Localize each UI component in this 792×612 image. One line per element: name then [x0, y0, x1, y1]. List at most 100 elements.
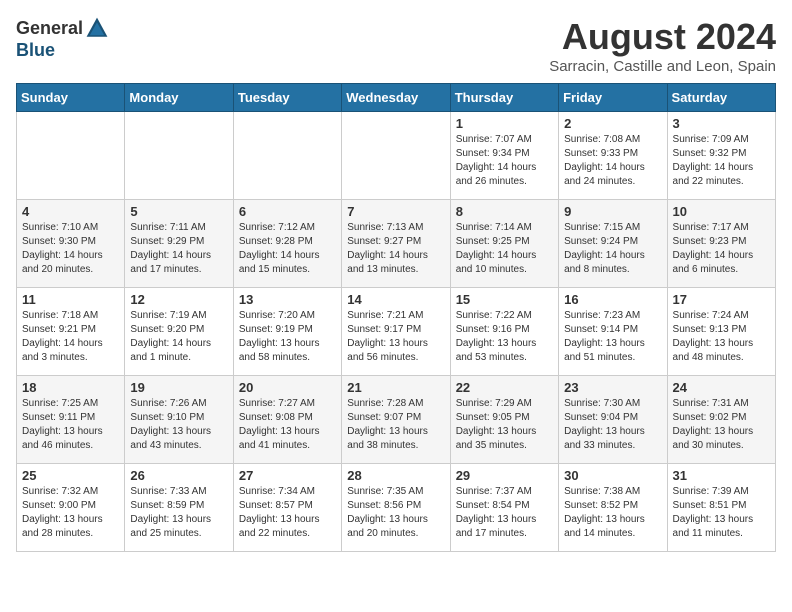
day-number: 14: [347, 292, 444, 307]
day-info: Sunrise: 7:22 AM Sunset: 9:16 PM Dayligh…: [456, 309, 553, 365]
day-info: Sunrise: 7:32 AM Sunset: 9:00 PM Dayligh…: [22, 485, 119, 541]
day-number: 19: [130, 380, 227, 395]
day-info: Sunrise: 7:35 AM Sunset: 8:56 PM Dayligh…: [347, 485, 444, 541]
calendar-cell: 30Sunrise: 7:38 AM Sunset: 8:52 PM Dayli…: [559, 464, 667, 552]
day-info: Sunrise: 7:24 AM Sunset: 9:13 PM Dayligh…: [673, 309, 770, 365]
logo: General Blue: [16, 16, 109, 61]
week-row-3: 11 Sunrise: 7:18 AM Sunset: 9:21 PM Dayli…: [17, 288, 776, 376]
day-number: 15: [456, 292, 553, 307]
weekday-header-sunday: Sunday: [17, 84, 125, 112]
calendar-cell: [17, 112, 125, 200]
calendar-cell: 4 Sunrise: 7:10 AM Sunset: 9:30 PM Daylig…: [17, 200, 125, 288]
location-subtitle: Sarracin, Castille and Leon, Spain: [549, 58, 776, 75]
day-number: 18: [22, 380, 119, 395]
calendar-cell: 25 Sunrise: 7:32 AM Sunset: 9:00 PM Dayli…: [17, 464, 125, 552]
calendar-cell: 5 Sunrise: 7:11 AM Sunset: 9:29 PM Daylig…: [125, 200, 233, 288]
calendar-cell: [342, 112, 450, 200]
day-number: 25: [22, 468, 119, 483]
day-info: Sunrise: 7:12 AM Sunset: 9:28 PM Dayligh…: [239, 221, 336, 277]
weekday-header-saturday: Saturday: [667, 84, 775, 112]
calendar-cell: 26Sunrise: 7:33 AM Sunset: 8:59 PM Dayli…: [125, 464, 233, 552]
day-number: 21: [347, 380, 444, 395]
day-info: Sunrise: 7:30 AM Sunset: 9:04 PM Dayligh…: [564, 397, 661, 453]
calendar-cell: 1 Sunrise: 7:07 AM Sunset: 9:34 PM Daylig…: [450, 112, 558, 200]
logo-icon: [85, 16, 109, 40]
day-info: Sunrise: 7:25 AM Sunset: 9:11 PM Dayligh…: [22, 397, 119, 453]
calendar-cell: 19Sunrise: 7:26 AM Sunset: 9:10 PM Dayli…: [125, 376, 233, 464]
day-number: 13: [239, 292, 336, 307]
day-info: Sunrise: 7:23 AM Sunset: 9:14 PM Dayligh…: [564, 309, 661, 365]
day-info: Sunrise: 7:19 AM Sunset: 9:20 PM Dayligh…: [130, 309, 227, 365]
day-number: 5: [130, 204, 227, 219]
calendar-cell: 11 Sunrise: 7:18 AM Sunset: 9:21 PM Dayli…: [17, 288, 125, 376]
page-header: General Blue August 2024 Sarracin, Casti…: [16, 16, 776, 75]
day-info: Sunrise: 7:10 AM Sunset: 9:30 PM Dayligh…: [22, 221, 119, 277]
calendar-cell: 2 Sunrise: 7:08 AM Sunset: 9:33 PM Daylig…: [559, 112, 667, 200]
day-number: 28: [347, 468, 444, 483]
day-info: Sunrise: 7:13 AM Sunset: 9:27 PM Dayligh…: [347, 221, 444, 277]
calendar-cell: 18 Sunrise: 7:25 AM Sunset: 9:11 PM Dayli…: [17, 376, 125, 464]
day-info: Sunrise: 7:27 AM Sunset: 9:08 PM Dayligh…: [239, 397, 336, 453]
title-block: August 2024 Sarracin, Castille and Leon,…: [549, 16, 776, 75]
day-number: 6: [239, 204, 336, 219]
calendar-cell: 22 Sunrise: 7:29 AM Sunset: 9:05 PM Dayli…: [450, 376, 558, 464]
day-info: Sunrise: 7:28 AM Sunset: 9:07 PM Dayligh…: [347, 397, 444, 453]
day-number: 24: [673, 380, 770, 395]
day-number: 4: [22, 204, 119, 219]
calendar-cell: 20Sunrise: 7:27 AM Sunset: 9:08 PM Dayli…: [233, 376, 341, 464]
week-row-1: 1 Sunrise: 7:07 AM Sunset: 9:34 PM Daylig…: [17, 112, 776, 200]
weekday-header-friday: Friday: [559, 84, 667, 112]
day-info: Sunrise: 7:08 AM Sunset: 9:33 PM Dayligh…: [564, 133, 661, 189]
day-number: 23: [564, 380, 661, 395]
week-row-5: 25 Sunrise: 7:32 AM Sunset: 9:00 PM Dayli…: [17, 464, 776, 552]
calendar-cell: [125, 112, 233, 200]
day-info: Sunrise: 7:33 AM Sunset: 8:59 PM Dayligh…: [130, 485, 227, 541]
day-number: 31: [673, 468, 770, 483]
calendar-cell: 3Sunrise: 7:09 AM Sunset: 9:32 PM Daylig…: [667, 112, 775, 200]
day-number: 8: [456, 204, 553, 219]
day-number: 27: [239, 468, 336, 483]
day-info: Sunrise: 7:29 AM Sunset: 9:05 PM Dayligh…: [456, 397, 553, 453]
weekday-header-monday: Monday: [125, 84, 233, 112]
day-info: Sunrise: 7:07 AM Sunset: 9:34 PM Dayligh…: [456, 133, 553, 189]
day-number: 1: [456, 116, 553, 131]
calendar-cell: 14Sunrise: 7:21 AM Sunset: 9:17 PM Dayli…: [342, 288, 450, 376]
day-number: 16: [564, 292, 661, 307]
day-number: 12: [130, 292, 227, 307]
calendar-cell: 21 Sunrise: 7:28 AM Sunset: 9:07 PM Dayli…: [342, 376, 450, 464]
day-info: Sunrise: 7:14 AM Sunset: 9:25 PM Dayligh…: [456, 221, 553, 277]
calendar-cell: 9Sunrise: 7:15 AM Sunset: 9:24 PM Daylig…: [559, 200, 667, 288]
logo-blue: Blue: [16, 40, 55, 61]
day-number: 17: [673, 292, 770, 307]
day-number: 22: [456, 380, 553, 395]
day-number: 29: [456, 468, 553, 483]
calendar-cell: 13 Sunrise: 7:20 AM Sunset: 9:19 PM Dayli…: [233, 288, 341, 376]
day-info: Sunrise: 7:37 AM Sunset: 8:54 PM Dayligh…: [456, 485, 553, 541]
calendar-cell: 31 Sunrise: 7:39 AM Sunset: 8:51 PM Dayli…: [667, 464, 775, 552]
day-info: Sunrise: 7:11 AM Sunset: 9:29 PM Dayligh…: [130, 221, 227, 277]
day-info: Sunrise: 7:18 AM Sunset: 9:21 PM Dayligh…: [22, 309, 119, 365]
logo-general: General: [16, 18, 83, 39]
day-info: Sunrise: 7:15 AM Sunset: 9:24 PM Dayligh…: [564, 221, 661, 277]
weekday-header-wednesday: Wednesday: [342, 84, 450, 112]
weekday-header-thursday: Thursday: [450, 84, 558, 112]
day-number: 7: [347, 204, 444, 219]
day-info: Sunrise: 7:34 AM Sunset: 8:57 PM Dayligh…: [239, 485, 336, 541]
day-info: Sunrise: 7:09 AM Sunset: 9:32 PM Dayligh…: [673, 133, 770, 189]
day-info: Sunrise: 7:39 AM Sunset: 8:51 PM Dayligh…: [673, 485, 770, 541]
calendar-cell: 16 Sunrise: 7:23 AM Sunset: 9:14 PM Dayli…: [559, 288, 667, 376]
day-number: 30: [564, 468, 661, 483]
calendar-cell: [233, 112, 341, 200]
calendar-cell: 6 Sunrise: 7:12 AM Sunset: 9:28 PM Daylig…: [233, 200, 341, 288]
calendar-table: SundayMondayTuesdayWednesdayThursdayFrid…: [16, 83, 776, 552]
calendar-cell: 28 Sunrise: 7:35 AM Sunset: 8:56 PM Dayli…: [342, 464, 450, 552]
day-number: 11: [22, 292, 119, 307]
day-info: Sunrise: 7:17 AM Sunset: 9:23 PM Dayligh…: [673, 221, 770, 277]
calendar-cell: 8 Sunrise: 7:14 AM Sunset: 9:25 PM Daylig…: [450, 200, 558, 288]
month-title: August 2024: [549, 16, 776, 58]
day-number: 2: [564, 116, 661, 131]
weekday-header-tuesday: Tuesday: [233, 84, 341, 112]
week-row-2: 4 Sunrise: 7:10 AM Sunset: 9:30 PM Daylig…: [17, 200, 776, 288]
day-info: Sunrise: 7:20 AM Sunset: 9:19 PM Dayligh…: [239, 309, 336, 365]
calendar-cell: 23 Sunrise: 7:30 AM Sunset: 9:04 PM Dayli…: [559, 376, 667, 464]
